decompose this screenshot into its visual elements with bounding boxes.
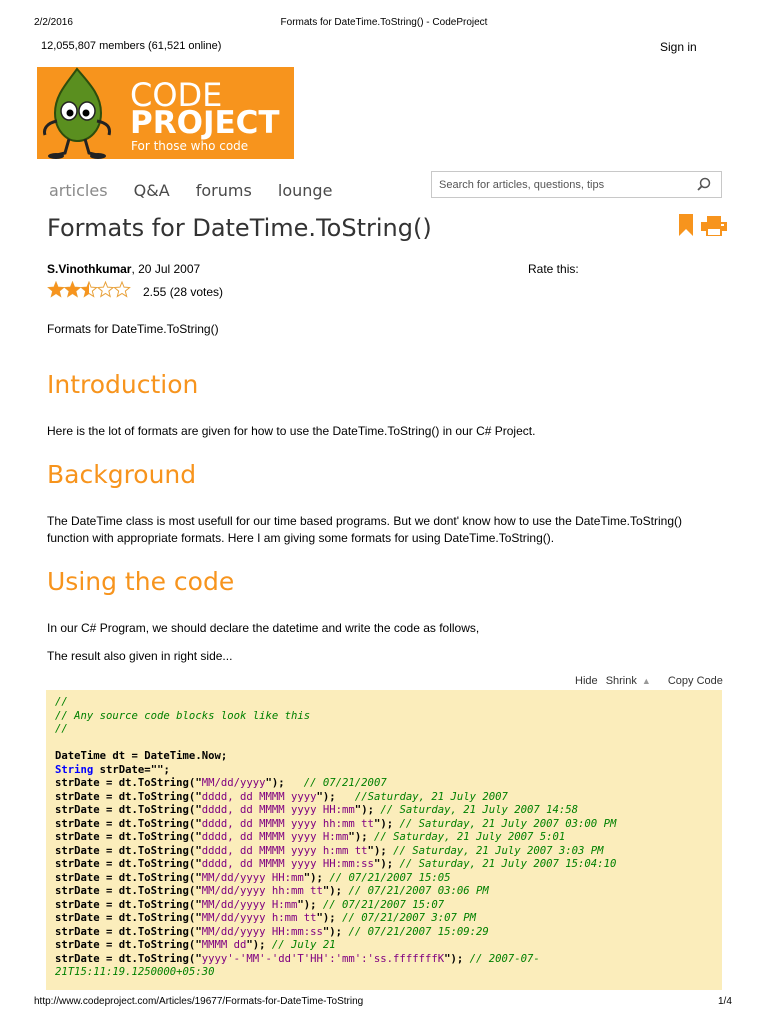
logo-tagline: For those who code: [131, 139, 249, 153]
search-icon[interactable]: [697, 177, 711, 196]
code-line: DateTime dt = DateTime.Now;: [55, 750, 228, 762]
star-filled-icon: [64, 282, 81, 297]
shrink-arrow-icon[interactable]: ▲: [642, 676, 651, 686]
code-block: // // Any source code blocks look like t…: [46, 690, 722, 990]
author-line: S.Vinothkumar, 20 Jul 2007: [47, 262, 200, 276]
code-line: strDate = dt.ToString("dddd, dd MMMM yyy…: [55, 858, 617, 870]
background-text: The DateTime class is most usefull for o…: [47, 514, 682, 545]
using-text-1: In our C# Program, we should declare the…: [47, 621, 480, 635]
code-toolbar: Hide Shrink ▲ Copy Code: [575, 675, 728, 687]
print-icon[interactable]: [701, 216, 727, 241]
code-line: strDate = dt.ToString("dddd, dd MMMM yyy…: [55, 831, 566, 843]
copy-code-button[interactable]: Copy Code: [668, 675, 723, 687]
search-input[interactable]: [439, 179, 689, 191]
shrink-code-button[interactable]: Shrink: [606, 675, 637, 687]
code-line: strDate = dt.ToString("dddd, dd MMMM yyy…: [55, 817, 617, 830]
code-line: strDate = dt.ToString("MM/dd/yyyy HH:mm"…: [55, 871, 451, 884]
star-outline-icon[interactable]: [113, 280, 131, 298]
nav-forums[interactable]: forums: [196, 181, 252, 200]
article-summary: Formats for DateTime.ToString(): [47, 322, 219, 336]
rating-score: 2.55 (28 votes): [143, 285, 224, 299]
rate-label: Rate this:: [528, 262, 579, 276]
logo-line-project: PROJECT: [130, 105, 280, 141]
heading-background: Background: [47, 460, 197, 489]
code-line: strDate = dt.ToString("MM/dd/yyyy h:mm t…: [55, 912, 476, 924]
member-count: 12,055,807 members (61,521 online): [41, 40, 222, 52]
code-listing: // // Any source code blocks look like t…: [55, 696, 721, 980]
code-line: strDate = dt.ToString("dddd, dd MMMM yyy…: [55, 804, 579, 816]
code-line: strDate = dt.ToString("MM/dd/yyyy"); // …: [55, 777, 387, 789]
nav-lounge[interactable]: lounge: [278, 181, 333, 200]
code-line: strDate = dt.ToString("MM/dd/yyyy HH:mm:…: [55, 925, 489, 938]
code-line: strDate = dt.ToString("yyyy'-'MM'-'dd'T'…: [55, 952, 540, 965]
code-line: strDate = dt.ToString("MM/dd/yyyy H:mm")…: [55, 898, 445, 911]
nav-qa[interactable]: Q&A: [134, 181, 170, 200]
publish-date: , 20 Jul 2007: [131, 262, 201, 276]
star-filled-icon: [48, 282, 64, 297]
code-line: //: [55, 723, 68, 735]
code-line: strDate = dt.ToString("dddd, dd MMMM yyy…: [55, 844, 604, 857]
heading-using-the-code: Using the code: [47, 567, 235, 596]
nav-articles[interactable]: articles: [49, 181, 108, 200]
code-line: strDate = dt.ToString("dddd, dd MMMM yyy…: [55, 790, 508, 803]
code-line: String strDate="";: [55, 763, 170, 776]
print-page-number: 1/4: [718, 996, 732, 1007]
print-url: http://www.codeproject.com/Articles/1967…: [34, 996, 364, 1007]
bookmark-icon[interactable]: [679, 214, 693, 241]
code-line: strDate = dt.ToString("MMMM dd"); // Jul…: [55, 939, 336, 951]
code-line: //: [55, 696, 68, 708]
search-box: [431, 171, 722, 198]
using-text-2: The result also given in right side...: [47, 649, 233, 663]
main-nav: articles Q&A forums lounge: [49, 181, 353, 200]
bob-mascot-icon: [43, 67, 111, 159]
print-title: Formats for DateTime.ToString() - CodePr…: [280, 17, 488, 28]
code-line: // Any source code blocks look like this: [55, 709, 311, 722]
heading-introduction: Introduction: [47, 370, 199, 399]
star-outline-icon[interactable]: [96, 280, 115, 298]
hide-code-button[interactable]: Hide: [575, 675, 598, 687]
page-title: Formats for DateTime.ToString(): [47, 214, 432, 242]
code-line: 21T15:11:19.1250000+05:30: [55, 966, 215, 978]
rating-stars: [47, 280, 131, 304]
codeproject-logo[interactable]: CODE PROJECT ® For those who code: [37, 67, 294, 159]
intro-text: Here is the lot of formats are given for…: [47, 424, 536, 438]
code-line: strDate = dt.ToString("MM/dd/yyyy hh:mm …: [55, 885, 489, 897]
author-name[interactable]: S.Vinothkumar: [47, 262, 131, 276]
signin-link[interactable]: Sign in: [660, 40, 697, 54]
